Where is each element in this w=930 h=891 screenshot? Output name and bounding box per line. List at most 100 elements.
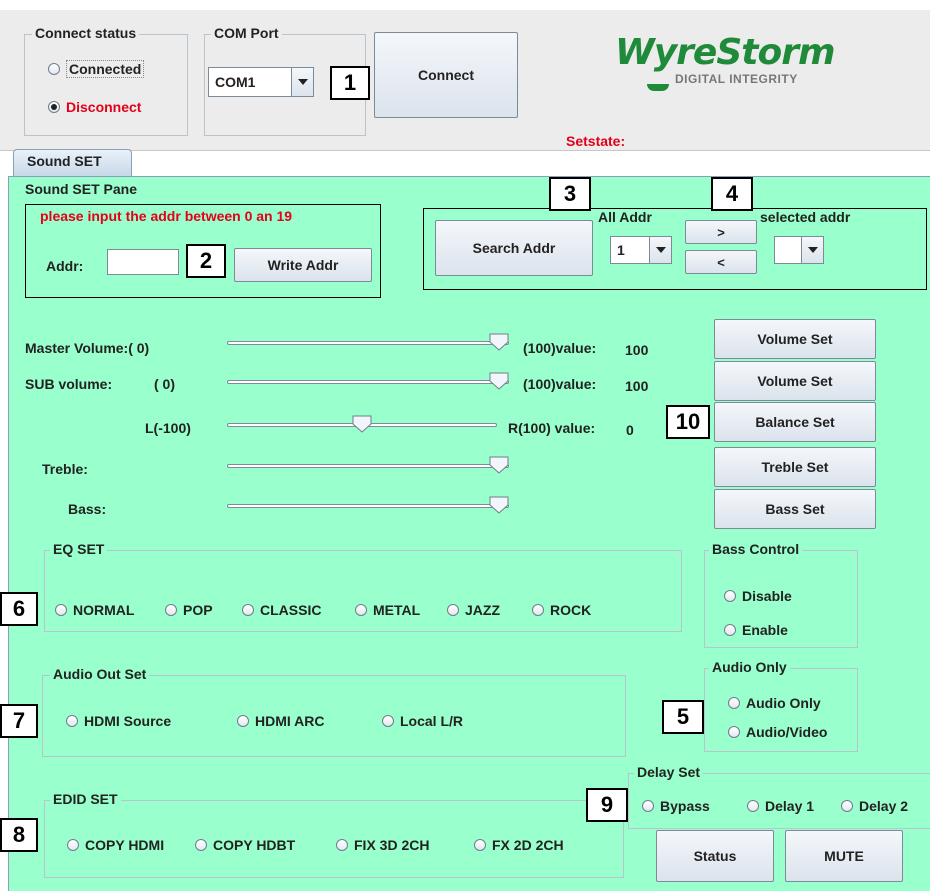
- sub-volume-max: (100)value:: [523, 376, 597, 392]
- eq-jazz-dot[interactable]: [447, 604, 459, 616]
- chevron-down-icon[interactable]: [649, 237, 671, 263]
- audio-video-option-dot[interactable]: [728, 726, 740, 738]
- master-volume-slider[interactable]: [227, 333, 509, 353]
- write-addr-button[interactable]: Write Addr: [234, 248, 372, 282]
- sub-volume-set-button[interactable]: Volume Set: [714, 361, 876, 401]
- all-addr-value: 1: [617, 242, 625, 258]
- audio-out-hdmi-arc-dot[interactable]: [237, 715, 249, 727]
- audio-only-option[interactable]: Audio Only: [728, 695, 821, 711]
- delay-1[interactable]: Delay 1: [747, 798, 814, 814]
- eq-rock-dot[interactable]: [532, 604, 544, 616]
- eq-metal[interactable]: METAL: [355, 602, 420, 618]
- bass-set-button[interactable]: Bass Set: [714, 489, 876, 529]
- edid-fix-3d[interactable]: FIX 3D 2CH: [336, 837, 429, 853]
- search-addr-button[interactable]: Search Addr: [435, 220, 593, 276]
- connect-button[interactable]: Connect: [374, 32, 518, 118]
- mute-button[interactable]: MUTE: [785, 830, 903, 882]
- edid-copy-hdbt-dot[interactable]: [195, 839, 207, 851]
- logo-brand: WyreStorm: [615, 32, 835, 73]
- eq-classic[interactable]: CLASSIC: [242, 602, 321, 618]
- eq-pop[interactable]: POP: [165, 602, 213, 618]
- edid-fx-2d[interactable]: FX 2D 2CH: [474, 837, 564, 853]
- edid-fix-3d-dot[interactable]: [336, 839, 348, 851]
- logo-tagline: DIGITAL INTEGRITY: [675, 72, 798, 86]
- slider-thumb[interactable]: [489, 372, 509, 390]
- slider-track: [227, 464, 509, 468]
- eq-pop-label: POP: [183, 602, 213, 618]
- prev-addr-button[interactable]: <: [685, 250, 757, 274]
- audio-video-option[interactable]: Audio/Video: [728, 724, 827, 740]
- radio-connected[interactable]: Connected: [48, 60, 145, 78]
- delay-bypass-label: Bypass: [660, 798, 710, 814]
- radio-connected-dot[interactable]: [48, 63, 60, 75]
- balance-slider[interactable]: [227, 415, 497, 435]
- radio-disconnect-dot[interactable]: [48, 101, 60, 113]
- audio-out-hdmi-source-dot[interactable]: [66, 715, 78, 727]
- volume-set-button[interactable]: Volume Set: [714, 319, 876, 359]
- bass-slider[interactable]: [227, 496, 509, 516]
- edid-copy-hdmi-dot[interactable]: [67, 839, 79, 851]
- next-addr-button[interactable]: >: [685, 220, 757, 244]
- edid-fx-2d-dot[interactable]: [474, 839, 486, 851]
- eq-classic-dot[interactable]: [242, 604, 254, 616]
- eq-rock[interactable]: ROCK: [532, 602, 591, 618]
- delay-2[interactable]: Delay 2: [841, 798, 908, 814]
- slider-thumb[interactable]: [489, 333, 509, 351]
- sub-volume-slider[interactable]: [227, 372, 509, 392]
- eq-classic-label: CLASSIC: [260, 602, 322, 618]
- treble-slider[interactable]: [227, 456, 509, 476]
- setstate-label: Setstate:: [566, 133, 626, 149]
- selected-addr-select[interactable]: [774, 236, 824, 264]
- addr-input[interactable]: [107, 249, 179, 275]
- eq-rock-label: ROCK: [550, 602, 592, 618]
- eq-jazz-label: JAZZ: [465, 602, 500, 618]
- slider-thumb[interactable]: [489, 496, 509, 514]
- callout-10: 10: [666, 405, 710, 439]
- bass-disable-dot[interactable]: [724, 590, 736, 602]
- eq-jazz[interactable]: JAZZ: [447, 602, 500, 618]
- audio-out-hdmi-arc[interactable]: HDMI ARC: [237, 713, 324, 729]
- callout-2: 2: [186, 244, 226, 278]
- chevron-down-icon[interactable]: [291, 68, 313, 96]
- edid-fix-3d-label: FIX 3D 2CH: [354, 837, 430, 853]
- selected-addr-label: selected addr: [760, 209, 851, 225]
- eq-normal[interactable]: NORMAL: [55, 602, 134, 618]
- treble-set-button[interactable]: Treble Set: [714, 447, 876, 487]
- callout-9: 9: [586, 788, 628, 822]
- delay-bypass[interactable]: Bypass: [642, 798, 710, 814]
- delay-1-dot[interactable]: [747, 800, 759, 812]
- audio-only-title: Audio Only: [709, 659, 790, 675]
- audio-out-local-lr-dot[interactable]: [382, 715, 394, 727]
- edid-copy-hdmi[interactable]: COPY HDMI: [67, 837, 164, 853]
- bass-enable-dot[interactable]: [724, 624, 736, 636]
- bass-disable[interactable]: Disable: [724, 588, 792, 604]
- eq-metal-dot[interactable]: [355, 604, 367, 616]
- balance-min-label: L(-100): [145, 420, 191, 436]
- bass-control-title: Bass Control: [709, 541, 803, 557]
- balance-set-button[interactable]: Balance Set: [714, 402, 876, 442]
- status-button[interactable]: Status: [656, 830, 774, 882]
- delay-2-dot[interactable]: [841, 800, 853, 812]
- pane-title: Sound SET Pane: [25, 181, 138, 197]
- sub-volume-min: ( 0): [154, 376, 175, 392]
- bass-enable[interactable]: Enable: [724, 622, 788, 638]
- eq-pop-dot[interactable]: [165, 604, 177, 616]
- audio-only-option-dot[interactable]: [728, 697, 740, 709]
- slider-thumb[interactable]: [489, 456, 509, 474]
- slider-track: [227, 380, 509, 384]
- com-port-value: COM1: [215, 74, 256, 90]
- com-port-select[interactable]: COM1: [208, 67, 314, 97]
- slider-thumb[interactable]: [352, 415, 372, 433]
- all-addr-select[interactable]: 1: [610, 236, 672, 264]
- delay-bypass-dot[interactable]: [642, 800, 654, 812]
- callout-8: 8: [0, 818, 38, 852]
- eq-normal-dot[interactable]: [55, 604, 67, 616]
- chevron-down-icon[interactable]: [801, 237, 823, 263]
- balance-value: 0: [626, 422, 634, 438]
- audio-out-local-lr[interactable]: Local L/R: [382, 713, 463, 729]
- audio-only-option-label: Audio Only: [746, 695, 821, 711]
- audio-out-hdmi-source[interactable]: HDMI Source: [66, 713, 171, 729]
- radio-disconnect[interactable]: Disconnect: [48, 99, 141, 115]
- edid-copy-hdbt[interactable]: COPY HDBT: [195, 837, 295, 853]
- edid-copy-hdbt-label: COPY HDBT: [213, 837, 296, 853]
